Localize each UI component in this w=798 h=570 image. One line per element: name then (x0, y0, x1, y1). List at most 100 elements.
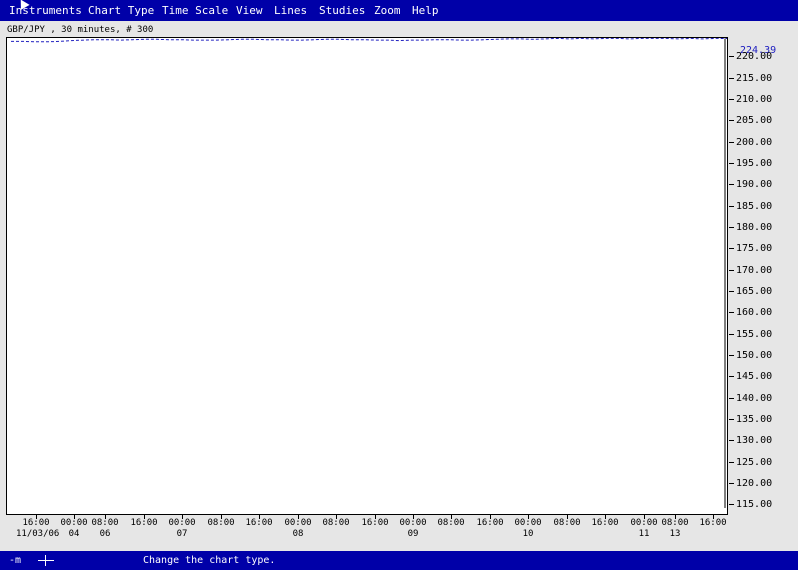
price-tick-mark (729, 248, 734, 250)
price-tick-mark (729, 269, 734, 271)
time-tick-mark (182, 515, 183, 519)
price-tick-mark (729, 205, 734, 207)
time-tick-label: 08:00 (661, 518, 689, 528)
time-tick-mark (451, 515, 452, 519)
price-tick-mark (729, 184, 734, 186)
price-tick-label: 190.00 (736, 179, 773, 191)
time-tick-mark (259, 515, 260, 519)
time-tick-label: 08:00 (437, 518, 465, 528)
price-tick-label: 170.00 (736, 264, 773, 276)
time-tick-mark (713, 515, 714, 519)
time-tick-label: 08:00 (91, 518, 119, 528)
price-tick-label: 195.00 (736, 157, 773, 169)
time-tick-label: 00:00 (284, 518, 312, 528)
price-tick-mark (729, 120, 734, 122)
price-tick-mark (729, 290, 734, 292)
time-tick-label: 16:00 (476, 518, 504, 528)
price-tick-mark (729, 397, 734, 399)
date-tick-label: 07 (176, 529, 188, 539)
price-tick-mark (729, 312, 734, 314)
price-tick-label: 150.00 (736, 349, 773, 361)
price-tick-label: 210.00 (736, 93, 773, 105)
time-tick-mark (490, 515, 491, 519)
price-tick-mark (729, 56, 734, 58)
price-tick-mark (729, 418, 734, 420)
time-tick-label: 16:00 (245, 518, 273, 528)
date-tick-label: 10 (522, 529, 534, 539)
price-tick-label: 125.00 (736, 456, 773, 468)
date-tick-label: 13 (669, 529, 681, 539)
price-tick-label: 140.00 (736, 392, 773, 404)
time-tick-mark (74, 515, 75, 519)
time-tick-mark (675, 515, 676, 519)
status-bar: -m Change the chart type. (0, 551, 798, 570)
menu-studies[interactable]: Studies (319, 4, 365, 17)
status-message: Change the chart type. (143, 555, 276, 566)
price-tick-mark (729, 333, 734, 335)
price-tick-label: 120.00 (736, 477, 773, 489)
price-tick-label: 215.00 (736, 72, 773, 84)
time-tick-label: 00:00 (168, 518, 196, 528)
price-chart (11, 38, 727, 508)
time-tick-label: 16:00 (699, 518, 727, 528)
price-tick-label: 180.00 (736, 221, 773, 233)
chart-title: GBP/JPY , 30 minutes, # 300 (7, 25, 154, 35)
time-tick-label: 08:00 (207, 518, 235, 528)
time-tick-label: 00:00 (514, 518, 542, 528)
price-tick-label: 205.00 (736, 115, 773, 127)
time-tick-label: 08:00 (322, 518, 350, 528)
time-tick-mark (298, 515, 299, 519)
time-tick-mark (375, 515, 376, 519)
time-tick-mark (105, 515, 106, 519)
time-tick-label: 16:00 (22, 518, 50, 528)
time-tick-mark (528, 515, 529, 519)
price-tick-label: 135.00 (736, 413, 773, 425)
price-tick-label: 165.00 (736, 285, 773, 297)
menu-view[interactable]: View (236, 4, 263, 17)
menu-help[interactable]: Help (412, 4, 439, 17)
time-tick-mark (144, 515, 145, 519)
price-tick-label: 155.00 (736, 328, 773, 340)
price-tick-mark (729, 482, 734, 484)
crosshair-icon[interactable] (38, 555, 54, 566)
time-tick-label: 16:00 (361, 518, 389, 528)
time-tick-mark (644, 515, 645, 519)
menu-bar: Instruments Chart Type Time Scale View L… (0, 0, 798, 21)
price-tick-mark (729, 504, 734, 506)
price-tick-label: 175.00 (736, 243, 773, 255)
price-tick-mark (729, 162, 734, 164)
time-tick-mark (567, 515, 568, 519)
price-tick-label: 160.00 (736, 307, 773, 319)
menu-zoom[interactable]: Zoom (374, 4, 401, 17)
price-tick-mark (729, 376, 734, 378)
price-tick-mark (729, 226, 734, 228)
price-tick-label: 185.00 (736, 200, 773, 212)
menu-lines[interactable]: Lines (274, 4, 307, 17)
price-tick-mark (729, 141, 734, 143)
date-tick-label: 06 (99, 529, 111, 539)
plot-area[interactable] (6, 37, 728, 515)
time-tick-mark (36, 515, 37, 519)
price-tick-mark (729, 77, 734, 79)
zoom-indicator[interactable]: -m (9, 555, 21, 566)
menu-chart-type[interactable]: Chart Type (88, 4, 154, 17)
time-tick-mark (221, 515, 222, 519)
price-tick-label: 220.00 (736, 51, 773, 63)
time-tick-mark (605, 515, 606, 519)
price-tick-label: 115.00 (736, 499, 773, 511)
price-tick-label: 200.00 (736, 136, 773, 148)
time-tick-mark (336, 515, 337, 519)
price-series-line (11, 38, 727, 43)
date-tick-label: 11/03/06 (16, 529, 60, 539)
time-tick-label: 16:00 (591, 518, 619, 528)
time-tick-label: 08:00 (553, 518, 581, 528)
price-tick-mark (729, 98, 734, 100)
price-tick-label: 130.00 (736, 435, 773, 447)
time-tick-mark (413, 515, 414, 519)
price-tick-mark (729, 440, 734, 442)
date-tick-label: 09 (407, 529, 419, 539)
price-tick-label: 145.00 (736, 371, 773, 383)
menu-time-scale[interactable]: Time Scale (162, 4, 228, 17)
time-tick-label: 16:00 (130, 518, 158, 528)
time-tick-label: 00:00 (399, 518, 427, 528)
